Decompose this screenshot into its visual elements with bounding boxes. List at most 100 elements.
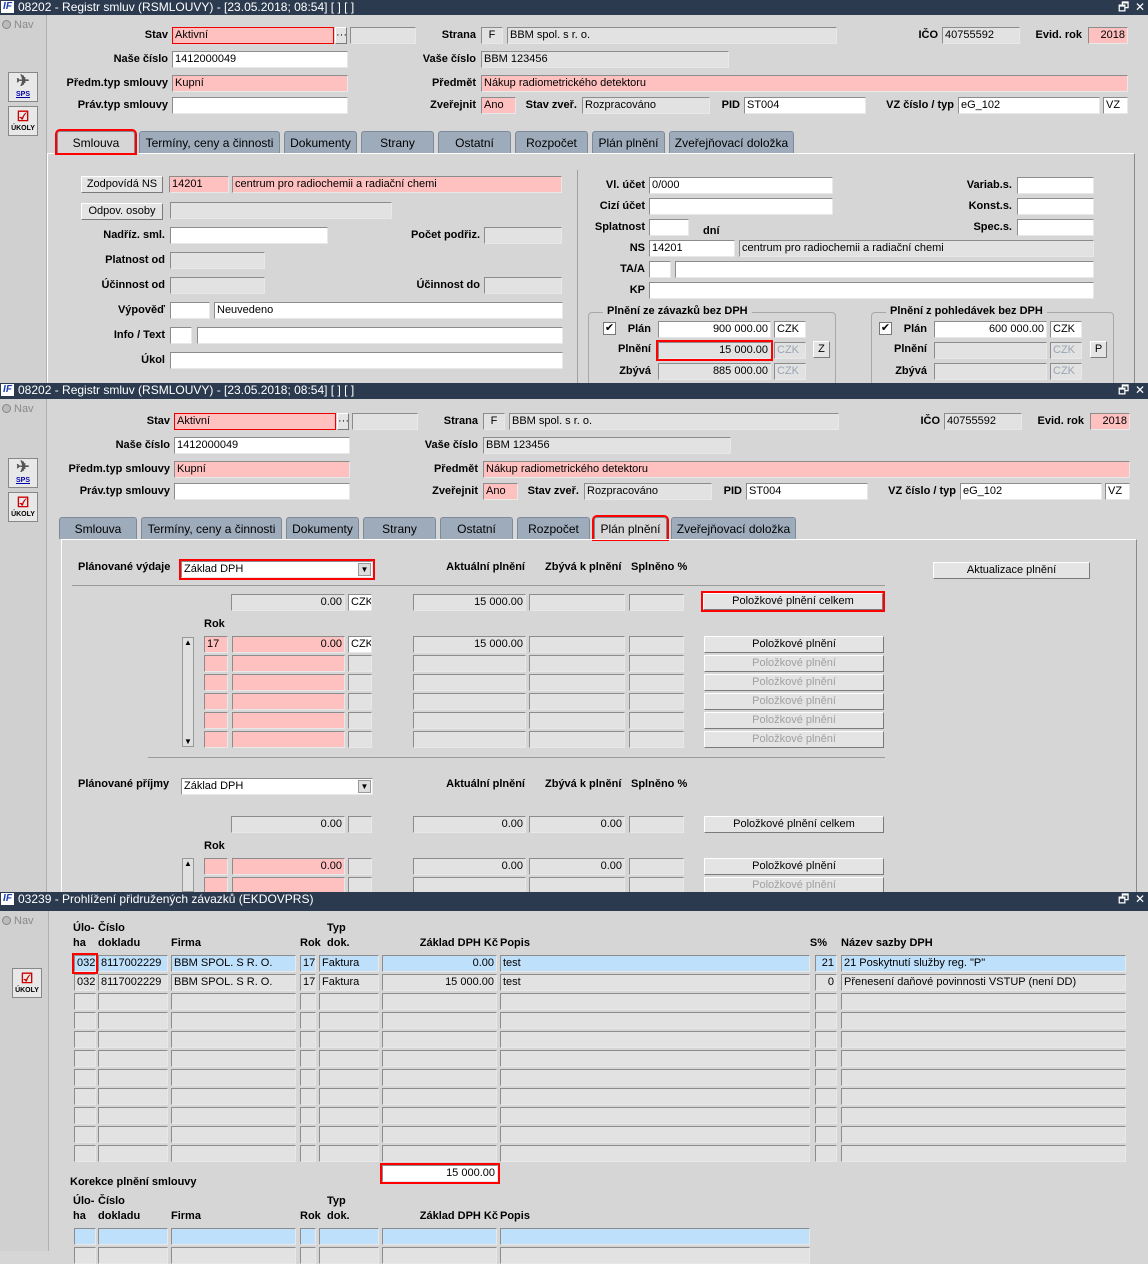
korekce-uloha-cell[interactable] bbox=[74, 1228, 96, 1245]
korekce-popis-cell[interactable] bbox=[500, 1247, 810, 1264]
row-sazba-cell[interactable] bbox=[815, 1031, 837, 1048]
restore-icon[interactable]: 🗗 bbox=[1118, 892, 1129, 907]
row-rok-cell[interactable]: 17 bbox=[300, 955, 316, 972]
korekce-firma-cell[interactable] bbox=[171, 1228, 296, 1245]
row-zaklad-cell[interactable] bbox=[382, 1145, 497, 1162]
row-nazev-sazby-cell[interactable] bbox=[841, 993, 1126, 1010]
row-cislo-cell[interactable] bbox=[98, 1107, 168, 1124]
row-firma-cell[interactable] bbox=[171, 1031, 296, 1048]
row-cislo-cell[interactable] bbox=[98, 993, 168, 1010]
prijmy-row-plan[interactable]: 0.00 bbox=[232, 858, 345, 875]
tab-ostatni[interactable]: Ostatní bbox=[440, 517, 513, 539]
row-zaklad-cell[interactable]: 15 000.00 bbox=[382, 974, 497, 991]
restore-icon[interactable]: 🗗 bbox=[1118, 383, 1129, 398]
vydaje-row-plan[interactable] bbox=[232, 712, 345, 729]
row-popis-cell[interactable] bbox=[500, 1012, 810, 1029]
row-nazev-sazby-cell[interactable] bbox=[841, 1031, 1126, 1048]
row-cislo-cell[interactable] bbox=[98, 1088, 168, 1105]
row-cislo-cell[interactable] bbox=[98, 1012, 168, 1029]
row-popis-cell[interactable] bbox=[500, 1107, 810, 1124]
korekce-typ-cell[interactable] bbox=[319, 1228, 379, 1245]
row-popis-cell[interactable]: test bbox=[500, 955, 810, 972]
row-popis-cell[interactable]: test bbox=[500, 974, 810, 991]
vydaje-row-rok[interactable] bbox=[204, 693, 228, 710]
row-zaklad-cell[interactable] bbox=[382, 1107, 497, 1124]
row-cislo-cell[interactable] bbox=[98, 1126, 168, 1143]
vypoved-code-field[interactable] bbox=[170, 302, 210, 319]
vydaje-row-currency[interactable] bbox=[348, 731, 372, 748]
row-rok-cell[interactable] bbox=[300, 993, 316, 1010]
prijmy-polozkove-celkem-button[interactable]: Položkové plnění celkem bbox=[704, 816, 884, 833]
vydaje-scrollbar[interactable]: ▲ ▼ bbox=[182, 637, 194, 747]
prijmy-row-currency[interactable] bbox=[348, 858, 372, 875]
row-nazev-sazby-cell[interactable] bbox=[841, 1088, 1126, 1105]
tab-rozpocet[interactable]: Rozpočet bbox=[515, 131, 588, 153]
row-typ-cell[interactable] bbox=[319, 1088, 379, 1105]
korekce-zaklad-cell[interactable] bbox=[382, 1247, 497, 1264]
row-uloha-cell[interactable]: 032 bbox=[72, 953, 98, 974]
vz-cislo-field[interactable]: eG_102 bbox=[960, 483, 1102, 500]
tab-dokumenty[interactable]: Dokumenty bbox=[284, 131, 357, 153]
vydaje-row-plan[interactable] bbox=[232, 693, 345, 710]
row-nazev-sazby-cell[interactable] bbox=[841, 1050, 1126, 1067]
tab-terminy[interactable]: Termíny, ceny a činnosti bbox=[139, 131, 280, 153]
vydaje-row-currency[interactable] bbox=[348, 674, 372, 691]
row-zaklad-cell[interactable] bbox=[382, 1050, 497, 1067]
row-nazev-sazby-cell[interactable]: Přenesení daňové povinnosti VSTUP (není … bbox=[841, 974, 1126, 991]
row-sazba-cell[interactable]: 21 bbox=[815, 955, 837, 972]
prijmy-scrollbar[interactable]: ▲ bbox=[182, 858, 194, 892]
korekce-rok-cell[interactable] bbox=[300, 1247, 316, 1264]
vl-ucet-field[interactable]: 0/000 bbox=[649, 177, 833, 194]
evid-rok-field[interactable]: 2018 bbox=[1090, 413, 1130, 430]
row-popis-cell[interactable] bbox=[500, 993, 810, 1010]
vydaje-total-plan[interactable]: 0.00 bbox=[231, 594, 345, 611]
tab-terminy[interactable]: Termíny, ceny a činnosti bbox=[141, 517, 282, 539]
row-sazba-cell[interactable]: 0 bbox=[815, 974, 837, 991]
vz-cislo-field[interactable]: eG_102 bbox=[958, 97, 1100, 114]
vydaje-row-currency[interactable] bbox=[348, 712, 372, 729]
vydaje-row-polozkove-button[interactable]: Položkové plnění bbox=[704, 731, 884, 748]
row-cislo-cell[interactable] bbox=[98, 1069, 168, 1086]
tab-smlouva[interactable]: Smlouva bbox=[55, 129, 137, 155]
vydaje-polozkove-celkem-button[interactable]: Položkové plnění celkem bbox=[701, 591, 885, 612]
tab-zverejnovaci-dolozka[interactable]: Zveřejňovací doložka bbox=[671, 517, 796, 539]
vydaje-row-currency[interactable]: CZK bbox=[348, 636, 372, 653]
row-rok-cell[interactable] bbox=[300, 1088, 316, 1105]
row-zaklad-cell[interactable] bbox=[382, 993, 497, 1010]
vydaje-row-rok[interactable] bbox=[204, 712, 228, 729]
row-rok-cell[interactable] bbox=[300, 1050, 316, 1067]
row-nazev-sazby-cell[interactable] bbox=[841, 1145, 1126, 1162]
row-zaklad-cell[interactable] bbox=[382, 1088, 497, 1105]
row-sazba-cell[interactable] bbox=[815, 993, 837, 1010]
scroll-up-icon[interactable]: ▲ bbox=[183, 859, 193, 868]
row-rok-cell[interactable] bbox=[300, 1012, 316, 1029]
row-firma-cell[interactable] bbox=[171, 1088, 296, 1105]
splatnost-field[interactable] bbox=[649, 219, 689, 236]
korekce-uloha-cell[interactable] bbox=[74, 1247, 96, 1264]
restore-icon[interactable]: 🗗 bbox=[1118, 0, 1129, 15]
row-sazba-cell[interactable] bbox=[815, 1069, 837, 1086]
korekce-cislo-cell[interactable] bbox=[98, 1228, 168, 1245]
korekce-cislo-cell[interactable] bbox=[98, 1247, 168, 1264]
tab-rozpocet[interactable]: Rozpočet bbox=[517, 517, 590, 539]
tab-strany[interactable]: Strany bbox=[363, 517, 436, 539]
row-sazba-cell[interactable] bbox=[815, 1088, 837, 1105]
evid-rok-field[interactable]: 2018 bbox=[1088, 27, 1128, 44]
row-firma-cell[interactable] bbox=[171, 1069, 296, 1086]
info-code-field[interactable] bbox=[170, 327, 192, 344]
row-sazba-cell[interactable] bbox=[815, 1126, 837, 1143]
close-icon[interactable]: ✕ bbox=[1135, 0, 1145, 15]
row-uloha-cell[interactable] bbox=[74, 1145, 96, 1162]
pohl-detail-button[interactable]: P bbox=[1090, 341, 1107, 358]
vydaje-row-plan[interactable] bbox=[232, 731, 345, 748]
tab-smlouva[interactable]: Smlouva bbox=[59, 517, 137, 539]
row-rok-cell[interactable] bbox=[300, 1107, 316, 1124]
row-firma-cell[interactable] bbox=[171, 993, 296, 1010]
close-icon[interactable]: ✕ bbox=[1135, 383, 1145, 398]
scroll-up-icon[interactable]: ▲ bbox=[183, 638, 193, 647]
tab-ostatni[interactable]: Ostatní bbox=[438, 131, 511, 153]
vydaje-total-currency[interactable]: CZK bbox=[348, 594, 372, 611]
row-firma-cell[interactable]: BBM SPOL. S R. O. bbox=[171, 955, 296, 972]
row-sazba-cell[interactable] bbox=[815, 1050, 837, 1067]
row-uloha-cell[interactable] bbox=[74, 1107, 96, 1124]
